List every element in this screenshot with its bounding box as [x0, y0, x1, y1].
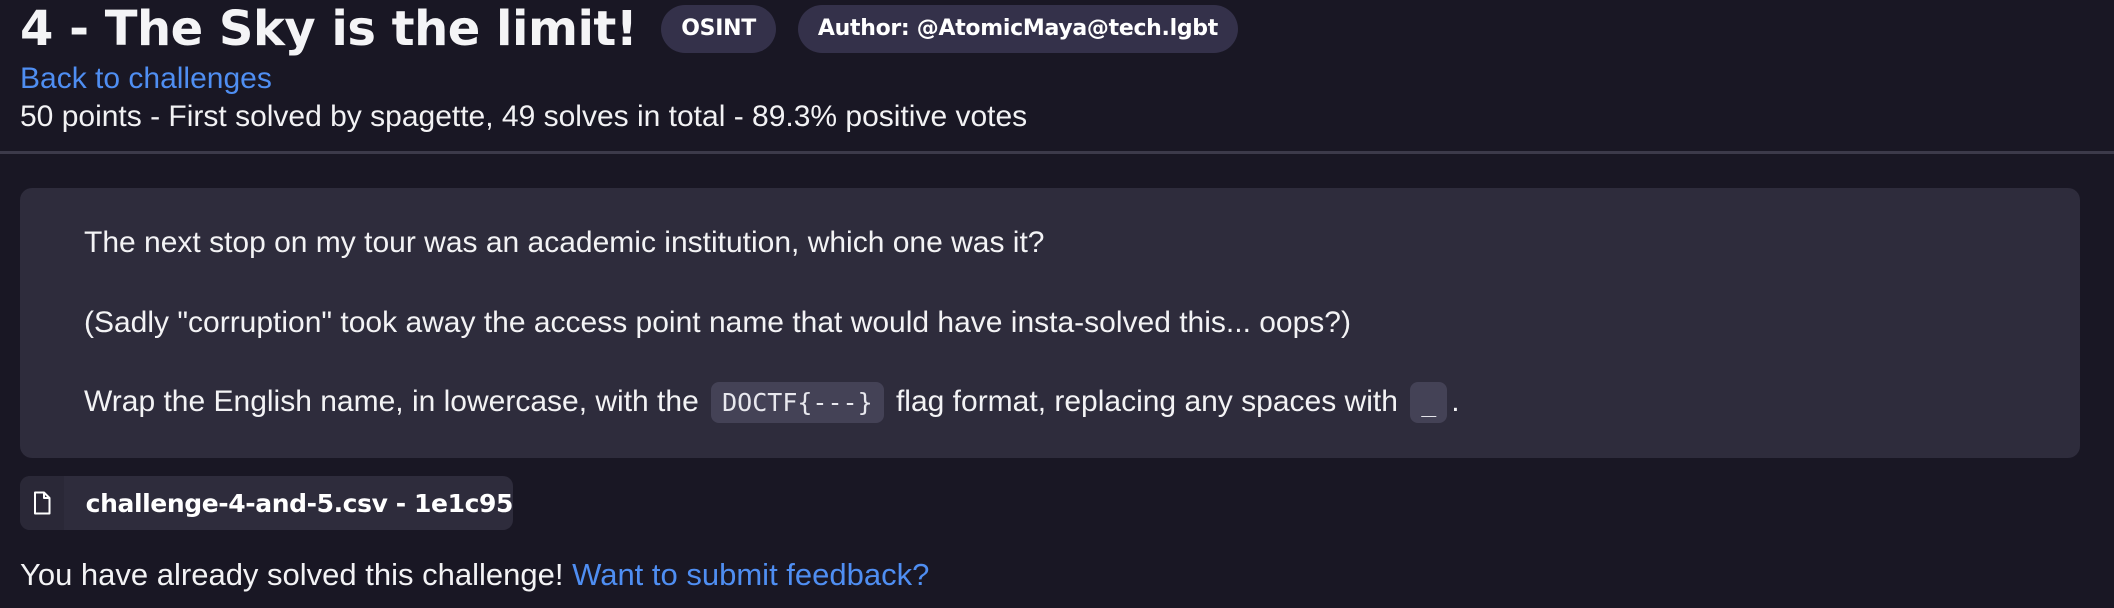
- attachment-label: challenge-4-and-5.csv - 1e1c95: [85, 488, 514, 518]
- file-icon: [20, 476, 64, 530]
- solved-status: You have already solved this challenge! …: [20, 555, 929, 595]
- description-line-3: Wrap the English name, in lowercase, wit…: [84, 382, 1460, 423]
- submit-feedback-link[interactable]: Want to submit feedback?: [572, 557, 929, 592]
- description-card: The next stop on my tour was an academic…: [20, 188, 2080, 458]
- challenge-meta: 50 points - First solved by spagette, 49…: [20, 100, 1028, 133]
- category-badge: OSINT: [661, 5, 776, 53]
- description-line-2: (Sadly "corruption" took away the access…: [84, 306, 1351, 339]
- challenge-title: 4 - The Sky is the limit!: [20, 1, 638, 57]
- description-line-3-middle: flag format, replacing any spaces with: [895, 385, 1398, 418]
- title-row: 4 - The Sky is the limit! OSINT Author: …: [20, 0, 1238, 58]
- solved-text: You have already solved this challenge!: [20, 557, 564, 592]
- flag-format-code: DOCTF{---}: [711, 382, 884, 423]
- space-replacement-code: _: [1410, 382, 1448, 423]
- back-to-challenges-link[interactable]: Back to challenges: [20, 60, 272, 98]
- description-line-1: The next stop on my tour was an academic…: [84, 226, 1045, 259]
- description-line-3-suffix: .: [1451, 385, 1460, 418]
- challenge-header: 4 - The Sky is the limit! OSINT Author: …: [20, 0, 2094, 150]
- header-divider: [0, 151, 2114, 154]
- description-line-3-prefix: Wrap the English name, in lowercase, wit…: [84, 385, 699, 418]
- author-badge: Author: @AtomicMaya@tech.lgbt: [797, 5, 1238, 53]
- attachment-download-button[interactable]: challenge-4-and-5.csv - 1e1c95: [20, 476, 513, 530]
